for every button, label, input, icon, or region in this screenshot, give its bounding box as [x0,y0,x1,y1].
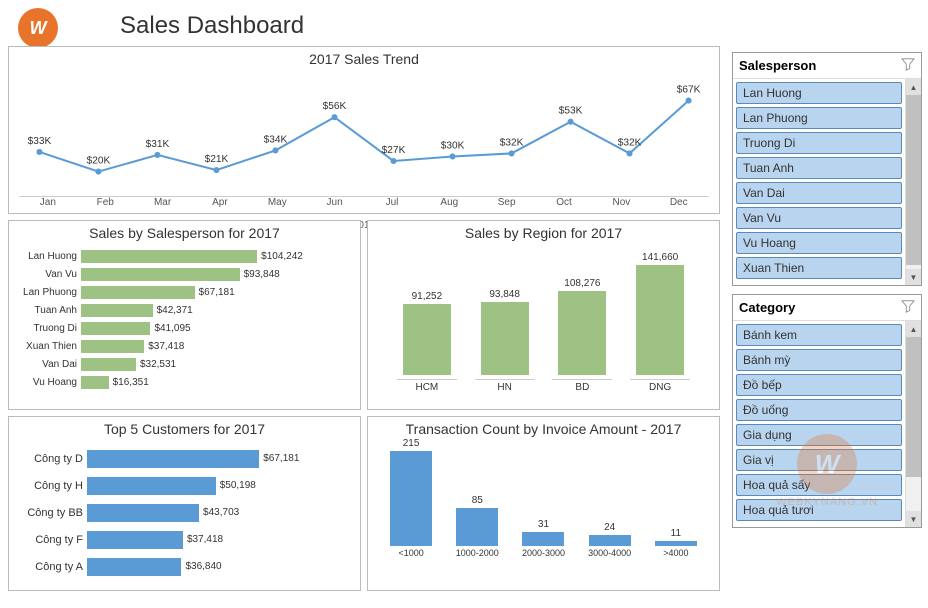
svg-text:$33K: $33K [28,136,52,147]
bar-row: Truong Di$41,095 [13,319,352,337]
svg-text:$56K: $56K [323,101,347,112]
slicer-category: Category Bánh kem Bánh mỳ Đồ bếp Đồ uống Gia… [732,294,922,528]
slicer-item[interactable]: Gia dụng [736,424,902,446]
clear-filter-icon[interactable] [901,299,915,316]
svg-text:$31K: $31K [146,139,170,150]
slicer-title: Salesperson [739,58,816,73]
slicer-item[interactable]: Lan Huong [736,82,902,104]
slicer-item[interactable]: Lan Phuong [736,107,902,129]
scroll-down-icon[interactable]: ▼ [906,269,921,285]
bar-row: Van Dai$32,531 [13,355,352,373]
svg-text:$32K: $32K [500,137,524,148]
slicer-item[interactable]: Tuan Anh [736,157,902,179]
clear-filter-icon[interactable] [901,57,915,74]
bar-row: Lan Phuong$67,181 [13,283,352,301]
bar-row: Công ty BB$43,703 [17,499,352,526]
bar-row: Công ty H$50,198 [17,472,352,499]
slicer-item[interactable]: Van Vu [736,207,902,229]
chart-sales-by-salesperson: Sales by Salesperson for 2017 Lan Huong$… [8,220,361,410]
bar-row: Tuan Anh$42,371 [13,301,352,319]
scrollbar[interactable]: ▲ ▼ [905,321,921,527]
svg-text:$27K: $27K [382,145,406,156]
scroll-up-icon[interactable]: ▲ [906,321,921,337]
slicer-item[interactable]: Xuan Thien [736,257,902,279]
line-chart-svg: $33K $20K $31K $21K $34K $56K $27K $30K $32K $53K… [9,71,719,191]
svg-text:$30K: $30K [441,140,465,151]
bar-row: Xuan Thien$37,418 [13,337,352,355]
chart-transaction-count: Transaction Count by Invoice Amount - 20… [367,416,720,591]
bar-row: Lan Huong$104,242 [13,247,352,265]
slicer-item[interactable]: Truong Di [736,132,902,154]
scroll-down-icon[interactable]: ▼ [906,511,921,527]
slicer-item[interactable]: Hoa quả sấy [736,474,902,496]
slicer-item[interactable]: Đồ uống [736,399,902,421]
slicer-item[interactable]: Vu Hoang [736,232,902,254]
slicer-item[interactable]: Hoa quả tươi [736,499,902,521]
svg-text:$21K: $21K [205,154,229,165]
slicer-salesperson: Salesperson Lan Huong Lan Phuong Truong Di… [732,52,922,286]
slicer-item[interactable]: Đồ bếp [736,374,902,396]
svg-text:$20K: $20K [87,155,111,166]
slicer-item[interactable]: Bánh mỳ [736,349,902,371]
svg-text:$53K: $53K [559,106,583,117]
bar-row: Vu Hoang$16,351 [13,373,352,391]
slicer-item[interactable]: Van Dai [736,182,902,204]
chart-sales-trend: 2017 Sales Trend $33K$20K$31K$21K$34K$56… [8,46,720,214]
svg-text:$32K: $32K [618,137,642,148]
bar-row: Công ty A$36,840 [17,553,352,580]
slicer-item[interactable]: Bánh kem [736,324,902,346]
slicer-item[interactable]: Gia vị [736,449,902,471]
bar-row: Công ty F$37,418 [17,526,352,553]
page-title: Sales Dashboard [120,12,304,40]
bar-row: Van Vu$93,848 [13,265,352,283]
slicer-title: Category [739,300,795,315]
svg-text:$34K: $34K [264,134,288,145]
scroll-up-icon[interactable]: ▲ [906,79,921,95]
scrollbar[interactable]: ▲ ▼ [905,79,921,285]
svg-text:$67K: $67K [677,84,701,95]
chart-sales-by-region: Sales by Region for 2017 91,25293,848108… [367,220,720,410]
chart-top5-customers: Top 5 Customers for 2017 Công ty D$67,18… [8,416,361,591]
bar-row: Công ty D$67,181 [17,445,352,472]
